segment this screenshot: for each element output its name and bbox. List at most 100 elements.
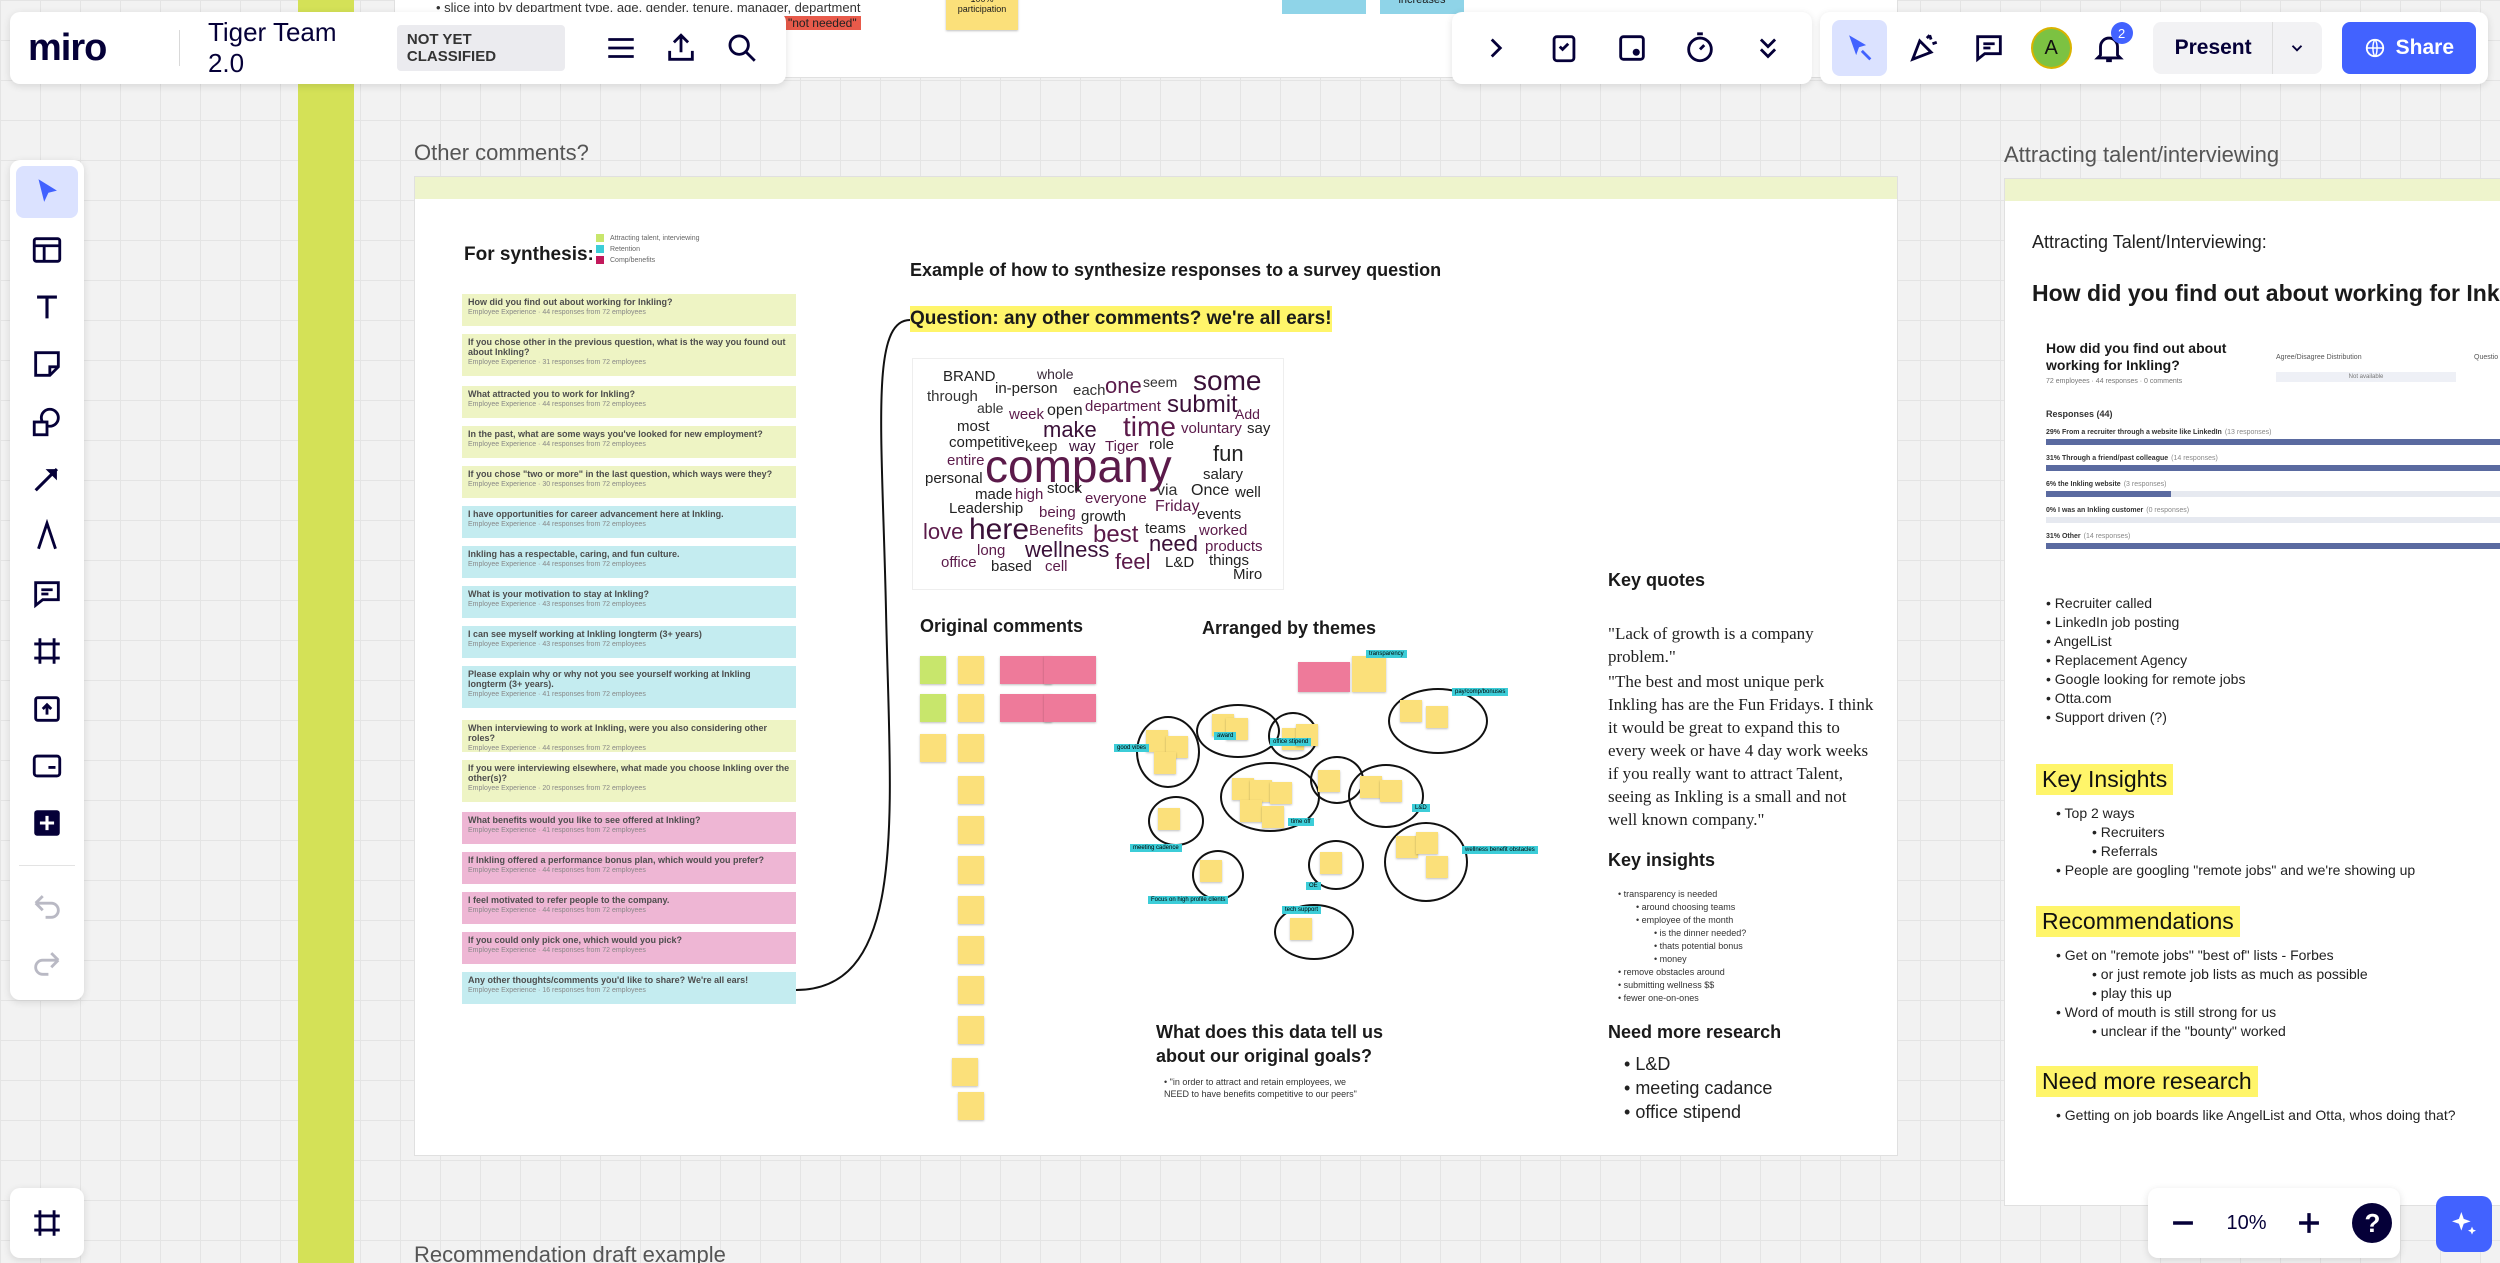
more-apps-tool[interactable] [16, 797, 78, 849]
card-tool[interactable] [16, 740, 78, 792]
question-card[interactable]: If you were interviewing elsewhere, what… [462, 760, 796, 802]
main-menu-button[interactable] [595, 20, 647, 76]
theme-tag[interactable]: OE [1306, 882, 1321, 890]
comment-sticky[interactable] [958, 936, 984, 964]
classification-badge[interactable]: NOT YET CLASSIFIED [396, 25, 565, 71]
present-options-button[interactable] [2271, 22, 2322, 74]
theme-sticky[interactable] [1270, 782, 1292, 804]
question-card[interactable]: In the past, what are some ways you've l… [462, 426, 796, 458]
theme-sticky[interactable] [1400, 700, 1422, 722]
comment-sticky[interactable] [952, 1058, 978, 1086]
comment-sticky[interactable] [958, 896, 984, 924]
question-card[interactable]: If you chose other in the previous quest… [462, 334, 796, 376]
comment-sticky[interactable] [958, 776, 984, 804]
theme-sticky[interactable] [1200, 860, 1222, 882]
comment-sticky[interactable] [958, 694, 984, 722]
question-card[interactable]: If Inkling offered a performance bonus p… [462, 852, 796, 884]
zoom-level[interactable]: 10% [2226, 1212, 2266, 1235]
theme-tag[interactable]: tech support [1282, 906, 1322, 914]
frame-label-attracting[interactable]: Attracting talent/interviewing [2004, 142, 2279, 168]
theme-sticky[interactable] [1318, 770, 1340, 792]
connection-line-tool[interactable] [16, 453, 78, 505]
frame-label-recommendation[interactable]: Recommendation draft example [414, 1242, 726, 1263]
theme-tag[interactable]: L&D [1412, 804, 1430, 812]
theme-sticky[interactable] [1158, 808, 1180, 830]
question-card[interactable]: What is your motivation to stay at Inkli… [462, 586, 796, 618]
question-card[interactable]: What benefits would you like to see offe… [462, 812, 796, 844]
cursor-tracking-button[interactable] [1832, 20, 1887, 76]
question-card[interactable]: I can see myself working at Inkling long… [462, 626, 796, 658]
theme-tag[interactable]: office stipend [1270, 738, 1312, 746]
question-card[interactable]: How did you find out about working for I… [462, 294, 796, 326]
comment-sticky[interactable] [1044, 694, 1096, 722]
comment-sticky[interactable] [958, 734, 984, 762]
theme-tag[interactable]: time off [1288, 818, 1314, 826]
cards-button[interactable] [1604, 20, 1660, 76]
word-cloud[interactable]: BRAND whole in-person each one seem some throug… [912, 358, 1284, 590]
theme-sticky[interactable] [1380, 780, 1402, 802]
reactions-button[interactable] [1897, 20, 1952, 76]
comment-sticky[interactable] [958, 1092, 984, 1120]
question-card[interactable]: What attracted you to work for Inkling? E… [462, 386, 796, 418]
text-tool[interactable] [16, 281, 78, 333]
pen-tool[interactable] [16, 510, 78, 562]
theme-tag[interactable]: transparency [1366, 650, 1407, 658]
notifications-button[interactable]: 2 [2082, 20, 2137, 76]
zoom-out-button[interactable] [2155, 1195, 2211, 1251]
increases-sticky[interactable] [1282, 0, 1366, 14]
frame-label-other-comments[interactable]: Other comments? [414, 140, 589, 166]
timer-button[interactable] [1672, 20, 1728, 76]
theme-sticky[interactable] [1426, 706, 1448, 728]
talktrack-button[interactable] [1536, 20, 1592, 76]
question-card[interactable]: If you chose "two or more" in the last q… [462, 466, 796, 498]
increases-sticky-2[interactable]: increases [1380, 0, 1464, 14]
share-button[interactable]: Share [2341, 22, 2477, 74]
sticky-note-tool[interactable] [16, 338, 78, 390]
board-title[interactable]: Tiger Team 2.0 [208, 17, 369, 79]
help-button[interactable]: ? [2352, 1203, 2393, 1243]
question-card[interactable]: I feel motivated to refer people to the … [462, 892, 796, 924]
frames-panel-button[interactable] [10, 1188, 84, 1258]
question-card[interactable]: I have opportunities for career advancem… [462, 506, 796, 538]
theme-sticky[interactable] [1240, 800, 1262, 822]
theme-sticky[interactable] [1262, 806, 1284, 828]
upload-tool[interactable] [16, 682, 78, 734]
comments-button[interactable] [1962, 20, 2017, 76]
comment-sticky[interactable] [958, 816, 984, 844]
export-button[interactable] [655, 20, 707, 76]
undo-button[interactable] [16, 879, 78, 931]
theme-tag[interactable]: meeting cadence [1130, 844, 1182, 852]
theme-sticky[interactable] [1426, 856, 1448, 878]
theme-sticky[interactable] [1146, 730, 1168, 752]
comment-tool[interactable] [16, 568, 78, 620]
theme-sticky[interactable] [1396, 836, 1418, 858]
shapes-tool[interactable] [16, 396, 78, 448]
search-button[interactable] [716, 20, 768, 76]
zoom-in-button[interactable] [2281, 1195, 2337, 1251]
present-button[interactable]: Present [2153, 36, 2272, 60]
theme-sticky[interactable] [1416, 832, 1438, 854]
theme-sticky[interactable] [1290, 918, 1312, 940]
redo-button[interactable] [16, 937, 78, 989]
theme-sticky-pink[interactable] [1298, 662, 1350, 692]
comment-sticky[interactable] [958, 856, 984, 884]
question-card[interactable]: When interviewing to work at Inkling, we… [462, 720, 796, 752]
question-card[interactable]: Any other thoughts/comments you'd like t… [462, 972, 796, 1004]
comment-sticky[interactable] [920, 734, 946, 762]
theme-sticky[interactable] [1154, 752, 1176, 774]
theme-tag[interactable]: Focus on high profile clients [1148, 896, 1229, 904]
comment-sticky[interactable] [920, 694, 946, 722]
frame-tool[interactable] [16, 625, 78, 677]
comment-sticky[interactable] [958, 1016, 984, 1044]
comment-sticky[interactable] [1044, 656, 1096, 684]
avatar[interactable]: A [2030, 27, 2072, 69]
theme-sticky[interactable] [1352, 656, 1386, 692]
comment-sticky[interactable] [958, 976, 984, 1004]
theme-tag[interactable]: good vibes [1114, 744, 1150, 752]
ai-assist-button[interactable] [2436, 1196, 2492, 1252]
comment-sticky[interactable] [958, 656, 984, 684]
theme-tag[interactable]: award [1214, 732, 1237, 740]
templates-tool[interactable] [16, 223, 78, 275]
theme-sticky[interactable] [1250, 780, 1272, 802]
theme-tag[interactable]: wellness benefit obstacles [1462, 846, 1538, 854]
